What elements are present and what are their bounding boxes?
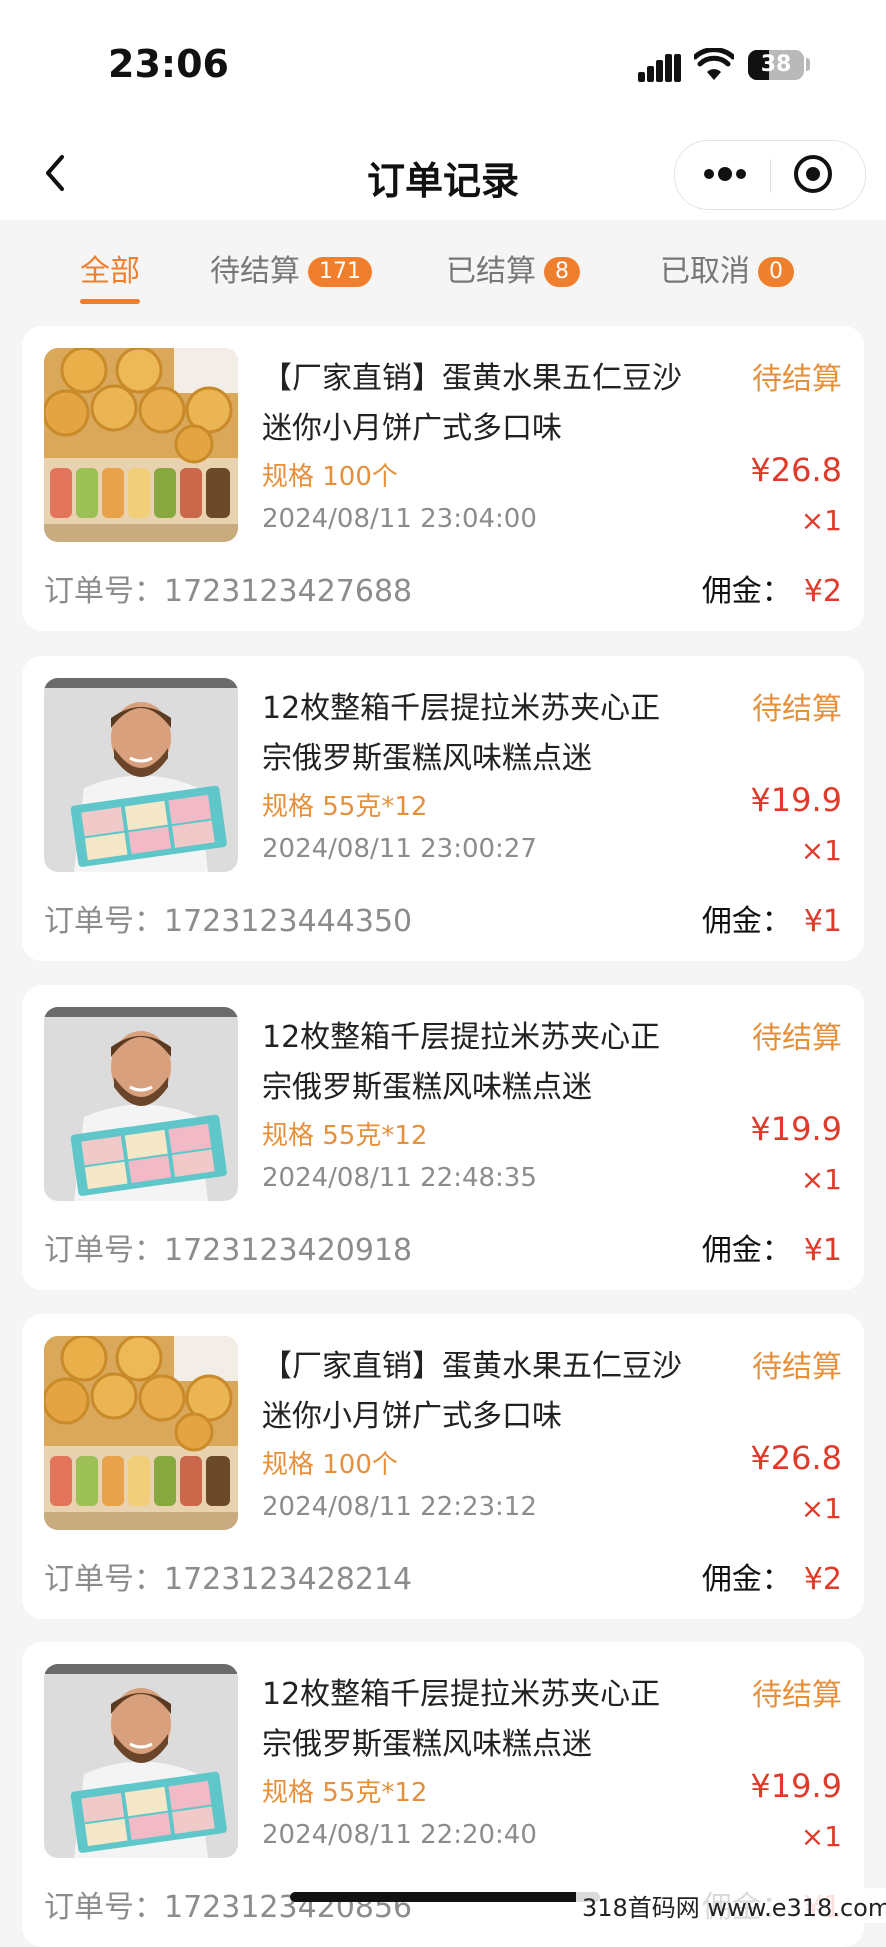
watermark: 318首码网 www.e318.com xyxy=(576,1888,886,1923)
commission: 佣金： ¥2 xyxy=(702,1554,842,1598)
product-spec: 规格 100个 xyxy=(262,1450,398,1480)
order-quantity: ×1 xyxy=(800,834,842,867)
commission: 佣金： ¥2 xyxy=(702,566,842,610)
product-thumbnail[interactable] xyxy=(44,348,238,542)
baker-cake-box-image xyxy=(44,1664,238,1858)
tab-label: 待结算 xyxy=(210,254,300,289)
cellular-signal-icon xyxy=(638,52,682,82)
commission-label: 佣金： xyxy=(701,904,792,939)
order-status: 待结算 xyxy=(752,692,842,727)
baker-cake-box-image xyxy=(44,678,238,872)
order-number: 订单号：1723123428214 xyxy=(44,1554,412,1598)
product-spec: 规格 55克*12 xyxy=(262,1778,428,1808)
mooncake-product-image xyxy=(44,1336,238,1530)
order-number-value: 1723123420918 xyxy=(164,1233,413,1268)
wifi-icon xyxy=(694,48,734,80)
order-number-label: 订单号： xyxy=(44,904,164,939)
order-status: 待结算 xyxy=(752,1021,842,1056)
order-number-label: 订单号： xyxy=(44,574,164,609)
order-number-value: 1723123428214 xyxy=(164,1562,413,1597)
home-indicator xyxy=(290,1892,600,1902)
count-badge: 171 xyxy=(308,257,372,287)
order-date: 2024/08/11 22:23:12 xyxy=(262,1492,537,1522)
product-spec: 规格 55克*12 xyxy=(262,1121,428,1151)
product-thumbnail[interactable] xyxy=(44,1336,238,1530)
order-quantity: ×1 xyxy=(800,1163,842,1196)
order-number-label: 订单号： xyxy=(44,1562,164,1597)
active-tab-indicator xyxy=(80,299,140,304)
product-title: 12枚整箱千层提拉米苏夹心正宗俄罗斯蛋糕风味糕点迷 xyxy=(262,691,661,776)
nav-header: 订单记录 xyxy=(0,130,886,220)
order-quantity: ×1 xyxy=(800,1820,842,1853)
order-number: 订单号：1723123427688 xyxy=(44,566,412,610)
product-title: 【厂家直销】蛋黄水果五仁豆沙迷你小月饼广式多口味 xyxy=(262,1349,682,1434)
tab-label: 全部 xyxy=(80,254,140,289)
tab-label: 已结算 xyxy=(446,254,536,289)
order-card[interactable]: 【厂家直销】蛋黄水果五仁豆沙迷你小月饼广式多口味 规格 100个 2024/08… xyxy=(22,326,864,631)
order-price: ¥19.9 xyxy=(750,781,842,819)
order-price: ¥26.8 xyxy=(750,1439,842,1477)
order-price: ¥19.9 xyxy=(750,1110,842,1148)
status-time: 23:06 xyxy=(108,42,229,86)
order-date: 2024/08/11 23:04:00 xyxy=(262,504,537,534)
order-number: 订单号：1723123420856 xyxy=(44,1882,412,1926)
commission-label: 佣金： xyxy=(701,1562,792,1597)
order-date: 2024/08/11 22:48:35 xyxy=(262,1163,537,1193)
product-thumbnail[interactable] xyxy=(44,1007,238,1201)
tab-label: 已取消 xyxy=(660,254,750,289)
order-price: ¥26.8 xyxy=(750,451,842,489)
product-spec: 规格 55克*12 xyxy=(262,792,428,822)
baker-cake-box-image xyxy=(44,1007,238,1201)
order-quantity: ×1 xyxy=(800,504,842,537)
battery-percent: 38 xyxy=(760,52,792,77)
order-number-value: 1723123427688 xyxy=(164,574,413,609)
capsule-divider xyxy=(770,159,771,193)
order-number: 订单号：1723123420918 xyxy=(44,1225,412,1269)
product-title: 【厂家直销】蛋黄水果五仁豆沙迷你小月饼广式多口味 xyxy=(262,361,682,446)
product-title: 12枚整箱千层提拉米苏夹心正宗俄罗斯蛋糕风味糕点迷 xyxy=(262,1020,661,1105)
order-number-label: 订单号： xyxy=(44,1233,164,1268)
tab-all[interactable]: 全部 xyxy=(80,246,140,304)
product-title: 12枚整箱千层提拉米苏夹心正宗俄罗斯蛋糕风味糕点迷 xyxy=(262,1677,661,1762)
order-status: 待结算 xyxy=(752,1678,842,1713)
commission: 佣金： ¥1 xyxy=(702,896,842,940)
product-spec: 规格 100个 xyxy=(262,462,398,492)
commission-amount: ¥2 xyxy=(803,1562,842,1597)
mooncake-product-image xyxy=(44,348,238,542)
tab-cancelled[interactable]: 已取消 0 xyxy=(660,246,794,290)
product-thumbnail[interactable] xyxy=(44,678,238,872)
product-thumbnail[interactable] xyxy=(44,1664,238,1858)
order-card[interactable]: 【厂家直销】蛋黄水果五仁豆沙迷你小月饼广式多口味 规格 100个 2024/08… xyxy=(22,1314,864,1619)
order-number-value: 1723123444350 xyxy=(164,904,413,939)
order-date: 2024/08/11 22:20:40 xyxy=(262,1820,537,1850)
order-status: 待结算 xyxy=(752,362,842,397)
order-quantity: ×1 xyxy=(800,1492,842,1525)
commission: 佣金： ¥1 xyxy=(702,1225,842,1269)
order-status: 待结算 xyxy=(752,1350,842,1385)
battery-icon: 38 xyxy=(748,50,804,80)
tab-pending[interactable]: 待结算 171 xyxy=(210,246,372,290)
order-date: 2024/08/11 23:00:27 xyxy=(262,834,537,864)
order-price: ¥19.9 xyxy=(750,1767,842,1805)
commission-label: 佣金： xyxy=(701,1233,792,1268)
mini-program-capsule xyxy=(674,140,866,210)
order-card[interactable]: 12枚整箱千层提拉米苏夹心正宗俄罗斯蛋糕风味糕点迷 规格 55克*12 2024… xyxy=(22,985,864,1290)
commission-amount: ¥1 xyxy=(803,1233,842,1268)
commission-label: 佣金： xyxy=(701,574,792,609)
order-filter-tabs: 全部 待结算 171 已结算 8 已取消 0 xyxy=(0,238,886,308)
status-bar: 23:06 38 xyxy=(0,0,886,130)
close-target-icon[interactable] xyxy=(783,149,843,199)
tab-settled[interactable]: 已结算 8 xyxy=(446,246,580,290)
count-badge: 0 xyxy=(758,257,794,287)
more-dots-icon[interactable] xyxy=(695,149,755,199)
count-badge: 8 xyxy=(544,257,580,287)
commission-amount: ¥2 xyxy=(803,574,842,609)
order-card[interactable]: 12枚整箱千层提拉米苏夹心正宗俄罗斯蛋糕风味糕点迷 规格 55克*12 2024… xyxy=(22,656,864,961)
commission-amount: ¥1 xyxy=(803,904,842,939)
battery-cap xyxy=(806,58,810,71)
order-number: 订单号：1723123444350 xyxy=(44,896,412,940)
